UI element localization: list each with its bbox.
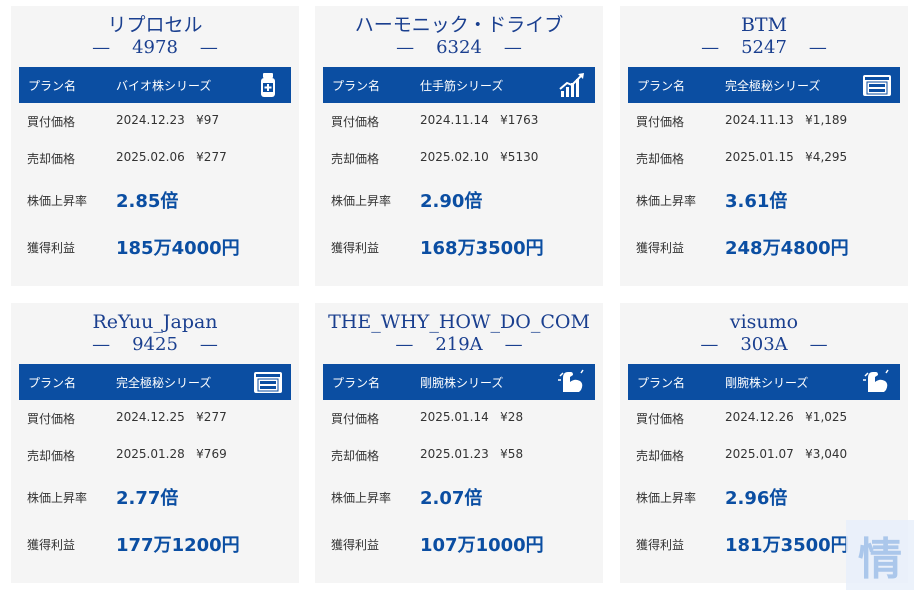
stock-code: —219A — — [395, 334, 523, 355]
buy-label: 買付価格 — [636, 412, 685, 426]
result-card: リプロセル —4978— プラン名 バイオ株シリーズ 買付価格 2024.12.… — [11, 6, 299, 286]
top-secret-icon — [254, 372, 282, 393]
sell-label: 売却価格 — [331, 449, 380, 463]
buy-label: 買付価格 — [331, 412, 380, 426]
plan-label: プラン名 — [637, 79, 686, 93]
stock-code: —6324— — [396, 37, 522, 58]
profit-value: 185万4000円 — [116, 238, 240, 259]
plan-label: プラン名 — [332, 79, 381, 93]
plan-series: 完全極秘シリーズ — [116, 376, 212, 390]
result-card: BTM —5247— プラン名 完全極秘シリーズ 買付価格 2024.11.13… — [620, 6, 908, 286]
plan-series: 仕手筋シリーズ — [420, 79, 504, 93]
plan-band: プラン名 剛腕株シリーズ — [628, 364, 900, 400]
stock-code: —5247— — [701, 37, 827, 58]
info-badge[interactable]: 情 — [846, 520, 914, 590]
rate-value: 3.61倍 — [725, 191, 788, 212]
result-card: ハーモニック・ドライブ —6324— プラン名 仕手筋シリーズ 買付価格 202… — [315, 6, 603, 286]
rate-label: 株価上昇率 — [331, 491, 392, 505]
flexed-arm-icon — [558, 369, 584, 392]
profit-label: 獲得利益 — [636, 241, 685, 255]
plan-band: プラン名 仕手筋シリーズ — [323, 67, 595, 103]
plan-label: プラン名 — [637, 376, 686, 390]
sell-value: 2025.01.28 ¥769 — [116, 447, 227, 461]
stock-name: ハーモニック・ドライブ — [354, 14, 564, 36]
stock-code: —303A — — [700, 334, 828, 355]
profit-label: 獲得利益 — [331, 241, 380, 255]
plan-band: プラン名 完全極秘シリーズ — [19, 364, 291, 400]
sell-label: 売却価格 — [636, 152, 685, 166]
profit-value: 168万3500円 — [420, 238, 544, 259]
buy-value: 2025.01.14 ¥28 — [420, 410, 524, 424]
plan-band: プラン名 剛腕株シリーズ — [323, 364, 595, 400]
plan-label: プラン名 — [28, 79, 77, 93]
profit-value: 248万4800円 — [725, 238, 849, 259]
rate-value: 2.96倍 — [725, 488, 788, 509]
plan-label: プラン名 — [332, 376, 381, 390]
buy-label: 買付価格 — [636, 115, 685, 129]
rate-value: 2.85倍 — [116, 191, 179, 212]
rate-label: 株価上昇率 — [636, 194, 697, 208]
rate-label: 株価上昇率 — [331, 194, 392, 208]
rate-label: 株価上昇率 — [27, 491, 88, 505]
buy-value: 2024.12.25 ¥277 — [116, 410, 227, 424]
buy-value: 2024.11.14 ¥1763 — [420, 113, 539, 127]
sell-label: 売却価格 — [636, 449, 685, 463]
stock-name: リプロセル — [107, 14, 203, 36]
plan-band: プラン名 バイオ株シリーズ — [19, 67, 291, 103]
sell-label: 売却価格 — [27, 449, 76, 463]
profit-label: 獲得利益 — [331, 538, 380, 552]
result-card: THE_WHY_HOW_DO_COM —219A — プラン名 剛腕株シリーズ 買… — [315, 303, 603, 583]
sell-value: 2025.01.15 ¥4,295 — [725, 150, 848, 164]
sell-label: 売却価格 — [331, 152, 380, 166]
sell-label: 売却価格 — [27, 152, 76, 166]
plan-series: 完全極秘シリーズ — [725, 79, 821, 93]
profit-label: 獲得利益 — [27, 538, 76, 552]
medicine-bottle-icon — [261, 73, 275, 97]
profit-value: 181万3500円 — [725, 535, 849, 556]
sell-value: 2025.02.06 ¥277 — [116, 150, 227, 164]
rate-value: 2.77倍 — [116, 488, 179, 509]
flexed-arm-icon — [863, 369, 889, 392]
profit-value: 177万1200円 — [116, 535, 240, 556]
buy-label: 買付価格 — [331, 115, 380, 129]
stock-code: —4978— — [92, 37, 218, 58]
plan-series: 剛腕株シリーズ — [420, 376, 504, 390]
rate-label: 株価上昇率 — [636, 491, 697, 505]
buy-label: 買付価格 — [27, 115, 76, 129]
rate-label: 株価上昇率 — [27, 194, 88, 208]
profit-label: 獲得利益 — [636, 538, 685, 552]
sell-value: 2025.01.23 ¥58 — [420, 447, 524, 461]
rate-value: 2.90倍 — [420, 191, 483, 212]
buy-value: 2024.12.23 ¥97 — [116, 113, 220, 127]
stock-name: THE_WHY_HOW_DO_COM — [328, 311, 590, 333]
rising-chart-icon — [559, 73, 584, 97]
plan-series: バイオ株シリーズ — [116, 79, 212, 93]
rate-value: 2.07倍 — [420, 488, 483, 509]
stock-name: BTM — [740, 14, 788, 36]
stock-name: visumo — [729, 311, 799, 333]
sell-value: 2025.02.10 ¥5130 — [420, 150, 539, 164]
buy-label: 買付価格 — [27, 412, 76, 426]
profit-label: 獲得利益 — [27, 241, 76, 255]
plan-series: 剛腕株シリーズ — [725, 376, 809, 390]
plan-label: プラン名 — [28, 376, 77, 390]
buy-value: 2024.12.26 ¥1,025 — [725, 410, 848, 424]
sell-value: 2025.01.07 ¥3,040 — [725, 447, 848, 461]
profit-value: 107万1000円 — [420, 535, 544, 556]
stock-code: —9425— — [92, 334, 218, 355]
stock-name: ReYuu_Japan — [92, 311, 218, 333]
buy-value: 2024.11.13 ¥1,189 — [725, 113, 848, 127]
plan-band: プラン名 完全極秘シリーズ — [628, 67, 900, 103]
result-card: ReYuu_Japan —9425— プラン名 完全極秘シリーズ 買付価格 20… — [11, 303, 299, 583]
top-secret-icon — [863, 75, 891, 96]
